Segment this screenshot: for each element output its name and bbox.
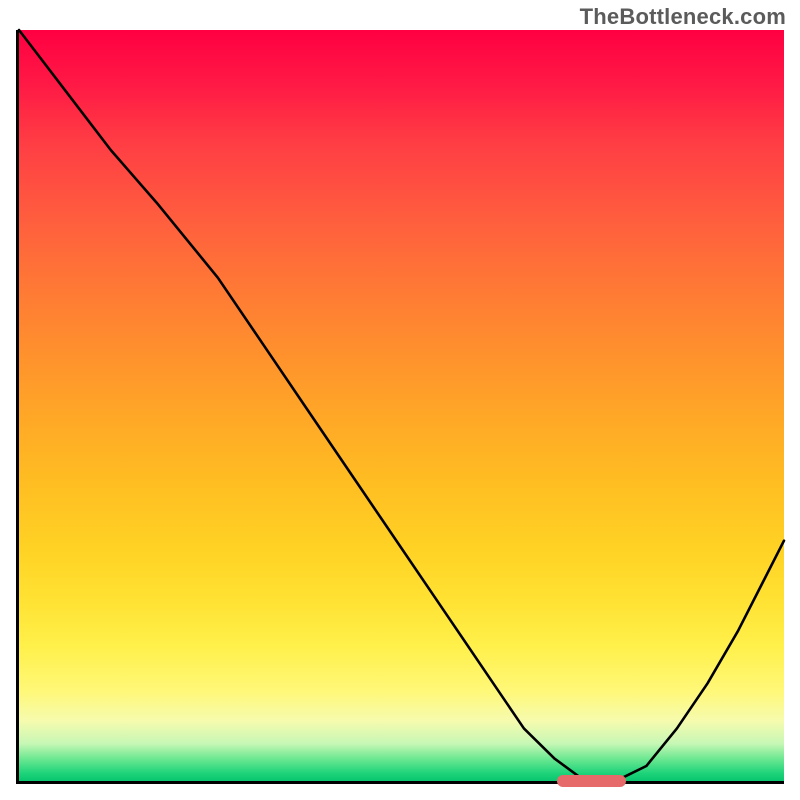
curve-path	[19, 30, 784, 781]
plot-area	[16, 30, 784, 784]
chart-container: TheBottleneck.com	[0, 0, 800, 800]
watermark-text: TheBottleneck.com	[580, 4, 786, 30]
optimum-marker	[557, 775, 626, 787]
bottleneck-curve	[19, 30, 784, 781]
